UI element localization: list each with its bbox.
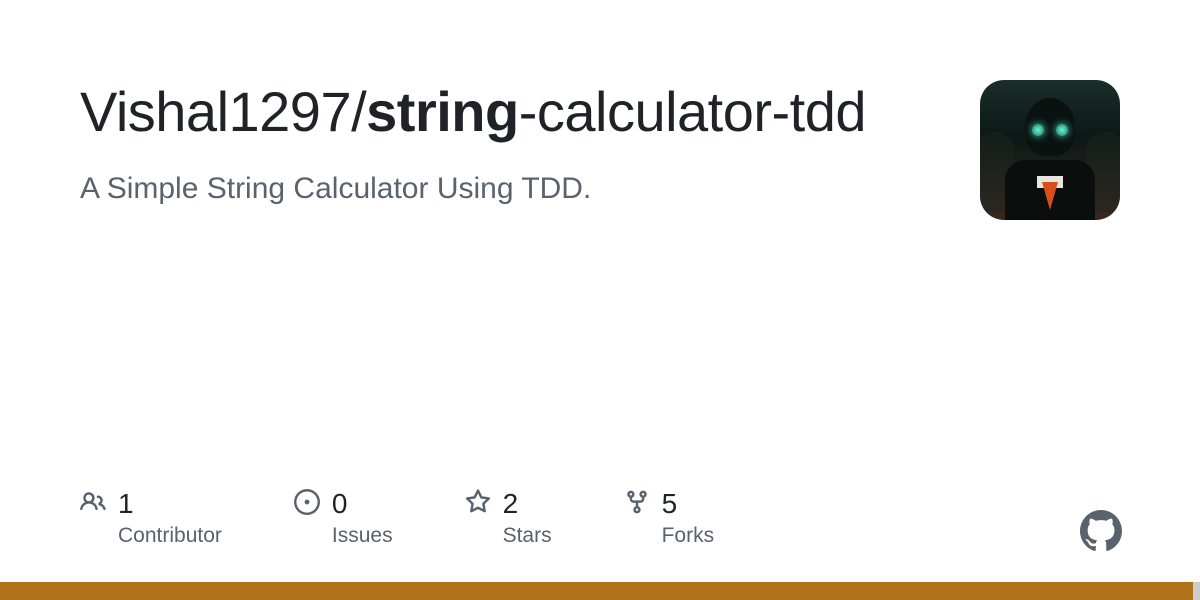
language-bar-primary <box>0 582 1193 600</box>
stat-stars: 2 Stars <box>465 488 552 548</box>
repo-name-bold: string <box>366 80 519 143</box>
language-bar <box>0 582 1200 600</box>
forks-label: Forks <box>662 524 715 548</box>
issue-icon <box>294 489 320 520</box>
stat-contributors: 1 Contributor <box>80 488 222 548</box>
stars-count: 2 <box>503 488 519 520</box>
repo-title: Vishal1297/string-calculator-tdd <box>80 80 960 144</box>
github-logo-icon <box>1080 510 1122 552</box>
issues-count: 0 <box>332 488 348 520</box>
repo-separator: / <box>351 80 366 143</box>
stat-issues: 0 Issues <box>294 488 393 548</box>
forks-count: 5 <box>662 488 678 520</box>
stars-label: Stars <box>503 524 552 548</box>
contributors-count: 1 <box>118 488 134 520</box>
star-icon <box>465 489 491 520</box>
repo-description: A Simple String Calculator Using TDD. <box>80 168 960 210</box>
contributors-label: Contributor <box>118 524 222 548</box>
stat-forks: 5 Forks <box>624 488 715 548</box>
fork-icon <box>624 489 650 520</box>
stats-row: 1 Contributor 0 Issues 2 Stars 5 Forks <box>80 488 1120 548</box>
repo-name-rest: -calculator-tdd <box>519 80 866 143</box>
repo-owner: Vishal1297 <box>80 80 351 143</box>
people-icon <box>80 489 106 520</box>
issues-label: Issues <box>332 524 393 548</box>
avatar <box>980 80 1120 220</box>
language-bar-secondary <box>1193 582 1200 600</box>
